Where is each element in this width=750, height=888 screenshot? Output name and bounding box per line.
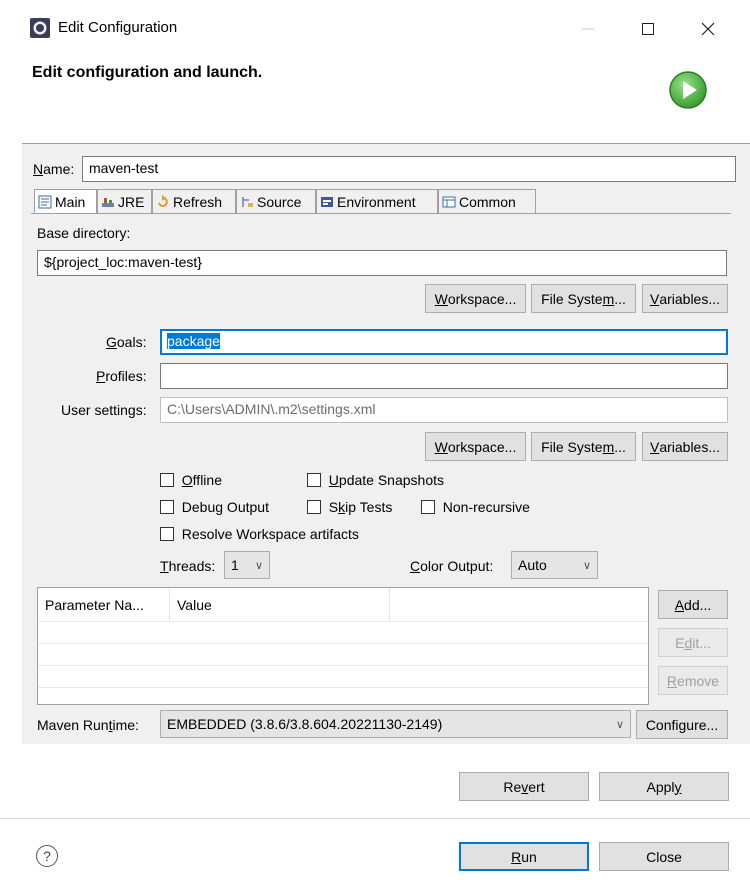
close-button[interactable] [688,14,728,44]
source-icon [242,196,253,207]
name-label: Name: [33,161,75,177]
debug-output-checkbox[interactable] [160,500,174,514]
maximize-icon [642,23,654,35]
close-dialog-button[interactable]: Close [599,842,729,871]
jre-icon [102,197,114,207]
minimize-icon [582,28,594,30]
common-icon [442,196,456,207]
profiles-input[interactable] [160,363,728,389]
maximize-button[interactable] [628,14,668,44]
base-workspace-button[interactable]: Workspace... [425,284,526,313]
threads-label: Threads: [160,558,216,574]
apply-button[interactable]: Appl y [599,772,729,801]
tab-environment-label: Environment [337,193,416,210]
tab-main[interactable]: Main [34,189,97,214]
environment-icon [321,196,333,207]
settings-variables-button[interactable]: Variables... [642,432,728,461]
revert-button[interactable]: Re v ert [459,772,589,801]
dialog-header-title: Edit configuration and launch. [32,64,263,81]
chevron-down-icon: ∨ [254,559,263,572]
color-output-label: Color Output: [410,558,494,574]
minimize-button[interactable] [568,14,608,44]
tab-common[interactable]: Common [438,189,536,213]
add-parameter-button[interactable]: Add... [658,590,728,619]
tab-refresh-label: Refresh [173,193,223,210]
resolve-workspace-label: Resolve Workspace artifacts [181,526,359,542]
run-button[interactable]: Run [459,842,589,871]
configure-runtime-button[interactable]: Configure... [636,710,728,739]
table-row-divider [38,687,648,688]
user-settings-label: User settings: [61,402,147,418]
close-icon [701,22,715,36]
update-snapshots-option[interactable]: Update Snapshots [307,472,444,488]
tab-jre[interactable]: JRE [97,189,152,213]
debug-output-option[interactable]: Debu g Output [160,499,269,515]
threads-select[interactable]: 1 ∨ [224,551,270,579]
footer-separator [0,818,750,819]
chevron-down-icon: ∨ [582,559,591,572]
base-directory-input[interactable]: ${project_loc:maven-test} [37,250,727,276]
remove-parameter-button[interactable]: Remove [658,666,728,695]
non-recursive-checkbox[interactable] [421,500,435,514]
settings-file-system-button[interactable]: File Syste m... [531,432,636,461]
maven-runtime-value: EMBEDDED (3.8.6/3.8.604.20221130-2149) [167,716,443,732]
user-settings-input[interactable]: C:\Users\ADMIN\.m2\settings.xml [160,397,728,423]
tab-jre-label: JRE [118,193,145,210]
settings-workspace-button[interactable]: Workspace... [425,432,526,461]
parameter-table[interactable]: Parameter Na... Value [37,587,649,705]
maven-runtime-select[interactable]: EMBEDDED (3.8.6/3.8.604.20221130-2149) ∨ [160,710,631,738]
maven-runtime-label: Maven Runtime: [37,717,139,733]
base-directory-label: Base directory: [37,225,131,241]
color-output-select[interactable]: Auto ∨ [511,551,598,579]
main-tab-icon [38,195,52,209]
help-icon[interactable]: ? [36,845,58,867]
column-header-value[interactable]: Value [170,588,390,621]
goals-label: Goals: [106,334,147,350]
base-file-system-button[interactable]: File Syste m... [531,284,636,313]
threads-value: 1 [231,557,239,573]
eclipse-app-icon [30,18,50,38]
goals-input[interactable]: package [160,329,728,355]
tab-panel-border [31,213,731,214]
run-banner-icon [669,71,707,109]
goals-value: package [167,333,220,349]
edit-parameter-button[interactable]: Ed it... [658,628,728,657]
color-output-value: Auto [518,557,547,573]
skip-tests-checkbox[interactable] [307,500,321,514]
table-row-divider [38,665,648,666]
column-header-parameter-name[interactable]: Parameter Na... [38,588,170,621]
tab-common-label: Common [459,193,516,210]
table-row-divider [38,621,648,622]
resolve-workspace-option[interactable]: Resolve Workspace artifacts [160,526,359,542]
name-input[interactable]: maven-test [82,156,736,182]
base-variables-button[interactable]: Variables... [642,284,728,313]
offline-checkbox[interactable] [160,473,174,487]
tab-source-label: Source [257,193,302,210]
tab-refresh[interactable]: Refresh [152,189,236,213]
profiles-label: Profiles: [96,368,147,384]
chevron-down-icon: ∨ [615,718,624,731]
tab-source[interactable]: Source [236,189,316,213]
non-recursive-label: Non-recursive [442,499,530,515]
update-snapshots-checkbox[interactable] [307,473,321,487]
tab-environment[interactable]: Environment [316,189,438,213]
offline-option[interactable]: Offline [160,472,222,488]
tab-main-label: Main [55,194,86,210]
window-title: Edit Configuration [58,19,178,36]
resolve-workspace-checkbox[interactable] [160,527,174,541]
non-recursive-option[interactable]: Non-recursive [421,499,530,515]
skip-tests-option[interactable]: Sk ip Tests [307,499,392,515]
table-row-divider [38,643,648,644]
refresh-icon [158,194,168,207]
